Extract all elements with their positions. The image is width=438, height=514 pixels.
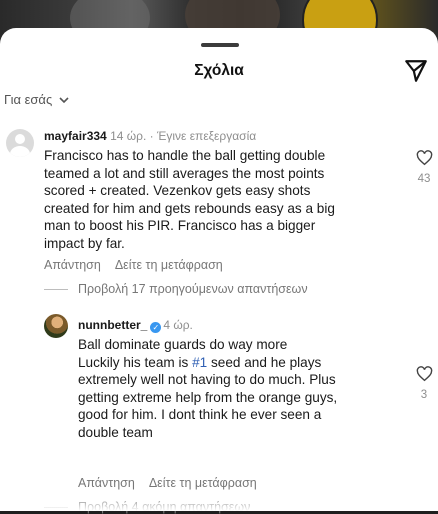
hashtag-link[interactable]: #1 xyxy=(192,355,207,370)
heart-icon xyxy=(416,150,432,166)
avatar[interactable] xyxy=(6,129,34,157)
comment-meta: 14 ώρ. · Έγινε επεξεργασία xyxy=(110,129,257,143)
comment-meta: 4 ώρ. xyxy=(163,318,193,332)
comment-username[interactable]: mayfair334 xyxy=(44,129,107,143)
heart-icon xyxy=(416,366,432,382)
comment-text-line: teamed a lot and still averages the most… xyxy=(44,165,325,181)
comment-text-line: getting extreme help from the orange guy… xyxy=(78,389,338,405)
comment-body: Ball dominate guards do way more Luckily… xyxy=(78,336,337,442)
like-button[interactable]: 43 xyxy=(415,150,433,185)
comment-filter-dropdown[interactable]: Για εσάς xyxy=(4,92,70,107)
comment-text-line: scored + created. Vezenkov gets easy sho… xyxy=(44,183,311,199)
comment-header: mayfair334 14 ώρ. · Έγινε επεξεργασία xyxy=(44,129,256,143)
default-avatar-icon xyxy=(15,134,25,144)
translate-button[interactable]: Δείτε τη μετάφραση xyxy=(115,258,223,272)
sheet-title: Σχόλια xyxy=(194,62,244,79)
comment-header: nunnbetter_ ✓ 4 ώρ. xyxy=(78,318,193,333)
comment-text-fragment: seed and he plays xyxy=(207,354,322,370)
comment-text-line: Luckily his team is #1 seed and he plays xyxy=(78,354,337,372)
thread-line xyxy=(44,288,68,290)
comment-text-line: Francisco has to handle the ball getting… xyxy=(44,148,326,163)
comment-text-line: double team xyxy=(78,424,153,440)
reply-button[interactable]: Απάντηση xyxy=(78,476,135,490)
share-icon[interactable] xyxy=(403,58,429,84)
scroll-fade xyxy=(0,495,438,511)
avatar[interactable] xyxy=(44,314,68,338)
comment-text-line: impact by far. xyxy=(44,235,125,251)
comment-text-line: created for him and gets rebounds easy a… xyxy=(44,200,335,216)
comment-text-fragment: Luckily his team is xyxy=(78,354,193,370)
reply-button[interactable]: Απάντηση xyxy=(44,258,101,272)
comment-text-line: Ball dominate guards do way more xyxy=(78,337,288,352)
comment-username[interactable]: nunnbetter_ xyxy=(78,318,147,332)
comment-actions: Απάντηση Δείτε τη μετάφραση xyxy=(44,258,223,272)
view-previous-replies-button[interactable]: Προβολή 17 προηγούμενων απαντήσεων xyxy=(44,282,308,296)
like-count: 43 xyxy=(417,173,431,185)
translate-button[interactable]: Δείτε τη μετάφραση xyxy=(149,476,257,490)
view-replies-label: Προβολή 17 προηγούμενων απαντήσεων xyxy=(78,282,308,296)
sheet-grabber[interactable] xyxy=(201,43,239,47)
like-count: 3 xyxy=(420,389,428,401)
comment-text-line: good for him. I dont think he ever seen … xyxy=(78,407,322,423)
default-avatar-body xyxy=(10,146,30,157)
verified-badge-icon: ✓ xyxy=(150,322,162,333)
filter-label: Για εσάς xyxy=(4,92,53,107)
comment-body: Francisco has to handle the ball getting… xyxy=(44,147,335,253)
comment-text-line: man to boost his PIR. Francisco has a bi… xyxy=(44,218,316,234)
chevron-down-icon xyxy=(59,96,69,103)
comment-actions: Απάντηση Δείτε τη μετάφραση xyxy=(78,476,257,490)
comment-text-line: extremely well not having to do much. Pl… xyxy=(78,372,336,388)
like-button[interactable]: 3 xyxy=(415,366,433,401)
